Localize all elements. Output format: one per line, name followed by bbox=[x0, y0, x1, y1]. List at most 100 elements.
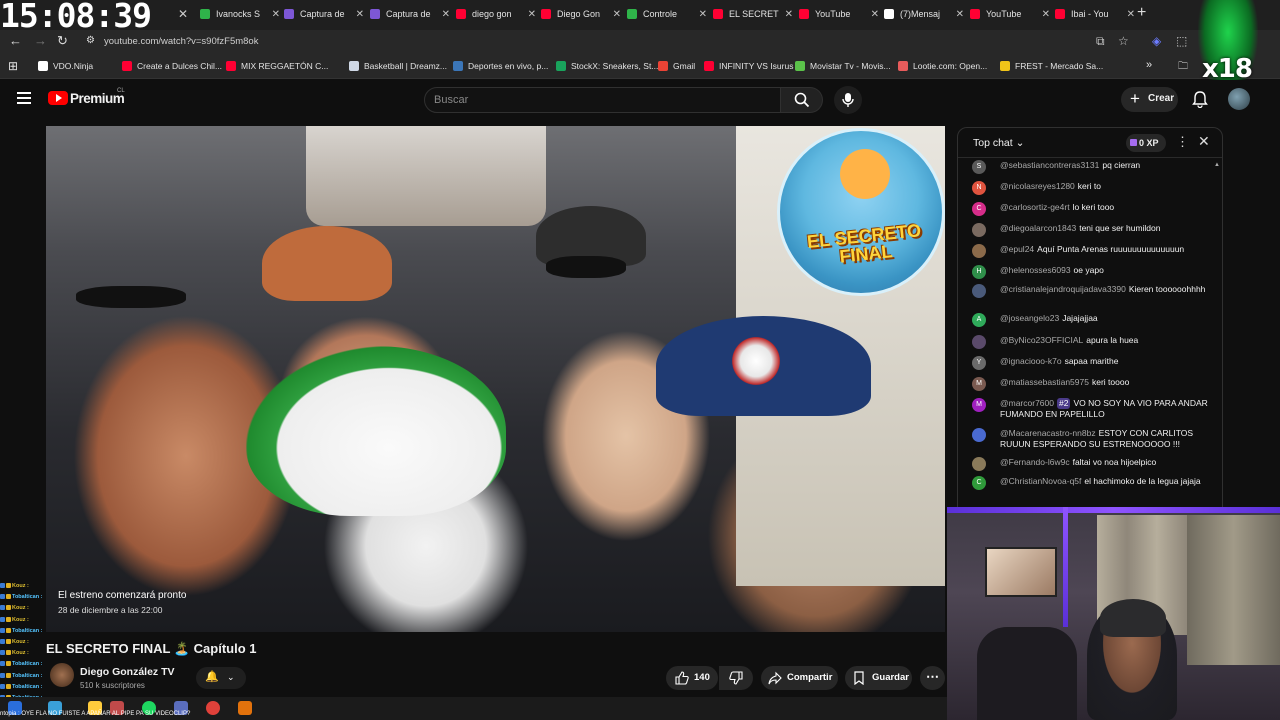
save-button[interactable]: Guardar bbox=[845, 666, 912, 690]
notifications-bell-icon[interactable] bbox=[1192, 90, 1208, 108]
chat-author-name[interactable]: @sebastiancontreras3131 bbox=[1000, 160, 1099, 170]
chat-author-name[interactable]: @epul24 bbox=[1000, 244, 1034, 254]
chat-author-avatar[interactable]: M bbox=[972, 377, 986, 391]
apps-grid-icon[interactable]: ⊞ bbox=[8, 59, 18, 73]
chat-author-avatar[interactable]: N bbox=[972, 181, 986, 195]
browser-tab[interactable]: Captura de ✕ bbox=[284, 5, 364, 23]
chat-message[interactable]: @Macarenacastro-nn8bz ESTOY CON CARLITOS … bbox=[972, 428, 1212, 450]
chat-author-avatar[interactable]: M bbox=[972, 398, 986, 412]
chat-author-name[interactable]: @joseangelo23 bbox=[1000, 313, 1059, 323]
bookmark-item[interactable]: StockX: Sneakers, St... bbox=[556, 61, 658, 71]
folder-icon[interactable]: 🗀 bbox=[1178, 59, 1188, 76]
tab-close-icon[interactable]: ✕ bbox=[871, 9, 879, 20]
tab-close-icon[interactable]: ✕ bbox=[1042, 9, 1050, 20]
bookmark-item[interactable]: Movistar Tv - Movis... bbox=[795, 61, 891, 71]
browser-tab[interactable]: Diego Gon ✕ bbox=[541, 5, 621, 23]
dislike-button[interactable] bbox=[719, 666, 753, 690]
search-input[interactable]: Buscar bbox=[424, 87, 781, 113]
create-button[interactable]: + Crear bbox=[1121, 87, 1178, 112]
chat-author-avatar[interactable]: H bbox=[972, 265, 986, 279]
browser-tab[interactable]: (7)Mensaj ✕ bbox=[884, 5, 964, 23]
chat-message[interactable]: S @sebastiancontreras3131 pq cierran bbox=[972, 160, 1212, 174]
chat-author-avatar[interactable] bbox=[972, 244, 986, 258]
chat-author-name[interactable]: @nicolasreyes1280 bbox=[1000, 181, 1075, 191]
more-actions-button[interactable]: ⋯ bbox=[920, 666, 945, 690]
tab-close-icon[interactable]: ✕ bbox=[699, 9, 707, 20]
tab-close-icon[interactable]: ✕ bbox=[956, 9, 964, 20]
chat-message[interactable]: A @joseangelo23 Jajajajjaa bbox=[972, 313, 1212, 327]
chat-author-name[interactable]: @diegoalarcon1843 bbox=[1000, 223, 1076, 233]
chat-author-name[interactable]: @carlosortiz-ge4rt bbox=[1000, 202, 1070, 212]
tab-close-icon[interactable]: ✕ bbox=[613, 9, 621, 20]
youtube-logo-icon[interactable] bbox=[48, 91, 68, 105]
scroll-up-arrow[interactable]: ▲ bbox=[1214, 162, 1220, 168]
channel-avatar[interactable] bbox=[50, 663, 74, 687]
chat-author-name[interactable]: @Fernando-l6w9c bbox=[1000, 457, 1070, 467]
forward-icon[interactable]: → bbox=[34, 33, 47, 48]
bookmark-item[interactable]: Deportes en vivo, p... bbox=[453, 61, 548, 71]
like-button[interactable]: 140 bbox=[666, 666, 718, 690]
browser-tab[interactable]: diego gon ✕ bbox=[456, 5, 536, 23]
share-button[interactable]: Compartir bbox=[761, 666, 838, 690]
extension-icon[interactable]: ◈ bbox=[1152, 34, 1161, 48]
new-tab-button[interactable]: + bbox=[1137, 4, 1146, 22]
chat-message[interactable]: Y @ignaciooo-k7o sapaa marithe bbox=[972, 356, 1212, 370]
bookmark-item[interactable]: Basketball | Dreamz... bbox=[349, 61, 447, 71]
chat-author-name[interactable]: @ByNico23OFFICIAL bbox=[1000, 335, 1083, 345]
bookmark-item[interactable]: MIX REGGAETÓN C... bbox=[226, 61, 328, 71]
tab-close-icon[interactable]: ✕ bbox=[356, 9, 364, 20]
chat-message[interactable]: @diegoalarcon1843 teni que ser humildon bbox=[972, 223, 1212, 237]
extensions-puzzle-icon[interactable]: ⬚ bbox=[1176, 34, 1187, 48]
video-player[interactable]: EL SECRETO FINAL bbox=[46, 126, 945, 632]
chat-author-avatar[interactable]: C bbox=[972, 202, 986, 216]
back-icon[interactable]: ← bbox=[9, 33, 22, 48]
tab-close-icon[interactable]: ✕ bbox=[1127, 9, 1135, 20]
chat-author-name[interactable]: @Macarenacastro-nn8bz bbox=[1000, 428, 1096, 438]
chat-author-avatar[interactable]: Y bbox=[972, 356, 986, 370]
search-button[interactable] bbox=[781, 87, 823, 113]
tab-close-icon[interactable]: ✕ bbox=[178, 7, 188, 21]
notification-settings-button[interactable]: 🔔 ⌄ bbox=[196, 667, 246, 689]
chat-author-avatar[interactable]: S bbox=[972, 160, 986, 174]
bookmarks-more-icon[interactable]: » bbox=[1146, 59, 1152, 71]
tab-close-icon[interactable]: ✕ bbox=[785, 9, 793, 20]
chat-mode-selector[interactable]: Top chat ⌄ bbox=[973, 137, 1024, 149]
menu-icon[interactable] bbox=[17, 92, 31, 104]
browser-tab[interactable]: Ibai - You ✕ bbox=[1055, 5, 1135, 23]
voice-search-button[interactable] bbox=[834, 86, 862, 114]
chat-author-avatar[interactable] bbox=[972, 428, 986, 442]
chat-message[interactable]: @epul24 Aquí Punta Arenas ruuuuuuuuuuuuuu… bbox=[972, 244, 1212, 258]
bookmark-star-icon[interactable]: ☆ bbox=[1118, 34, 1129, 48]
xp-badge[interactable]: 0 XP bbox=[1126, 134, 1166, 152]
bookmark-item[interactable]: Gmail bbox=[658, 61, 695, 71]
chat-message[interactable]: C @carlosortiz-ge4rt lo keri tooo bbox=[972, 202, 1212, 216]
browser-tab[interactable]: Ivanocks S ✕ bbox=[200, 5, 280, 23]
chat-author-name[interactable]: @matiassebastian5975 bbox=[1000, 377, 1089, 387]
chat-author-avatar[interactable] bbox=[972, 284, 986, 298]
bookmark-item[interactable]: INFINITY VS Isurus bbox=[704, 61, 793, 71]
app-icon[interactable] bbox=[206, 701, 220, 715]
browser-tab[interactable]: Captura de ✕ bbox=[370, 5, 450, 23]
chat-message[interactable]: @cristianalejandroquijadava3390 Kieren to… bbox=[972, 284, 1212, 298]
more-vertical-icon[interactable]: ⋮ bbox=[1176, 134, 1189, 150]
chat-author-avatar[interactable] bbox=[972, 223, 986, 237]
bookmark-item[interactable]: Lootie.com: Open... bbox=[898, 61, 987, 71]
app-icon[interactable] bbox=[238, 701, 252, 715]
bookmark-item[interactable]: VDO.Ninja bbox=[38, 61, 93, 71]
cast-icon[interactable]: ⧉ bbox=[1096, 34, 1105, 49]
chat-author-avatar[interactable] bbox=[972, 335, 986, 349]
chat-author-avatar[interactable]: A bbox=[972, 313, 986, 327]
chat-author-name[interactable]: @cristianalejandroquijadava3390 bbox=[1000, 284, 1126, 294]
site-info-icon[interactable]: ⚙ bbox=[86, 35, 95, 46]
browser-tab[interactable]: Controle ✕ bbox=[627, 5, 707, 23]
address-field[interactable]: youtube.com/watch?v=s90fzF5m8ok bbox=[104, 36, 258, 47]
browser-tab[interactable]: YouTube ✕ bbox=[970, 5, 1050, 23]
chat-author-name[interactable]: @helenosses6093 bbox=[1000, 265, 1071, 275]
reload-icon[interactable]: ↻ bbox=[57, 33, 68, 49]
chat-author-avatar[interactable]: C bbox=[972, 476, 986, 490]
browser-tab[interactable]: YouTube ✕ bbox=[799, 5, 879, 23]
bookmark-item[interactable]: FREST - Mercado Sa... bbox=[1000, 61, 1103, 71]
bookmark-item[interactable]: Create a Dulces Chil... bbox=[122, 61, 222, 71]
chat-author-name[interactable]: @ignaciooo-k7o bbox=[1000, 356, 1062, 366]
account-avatar[interactable] bbox=[1228, 88, 1250, 110]
